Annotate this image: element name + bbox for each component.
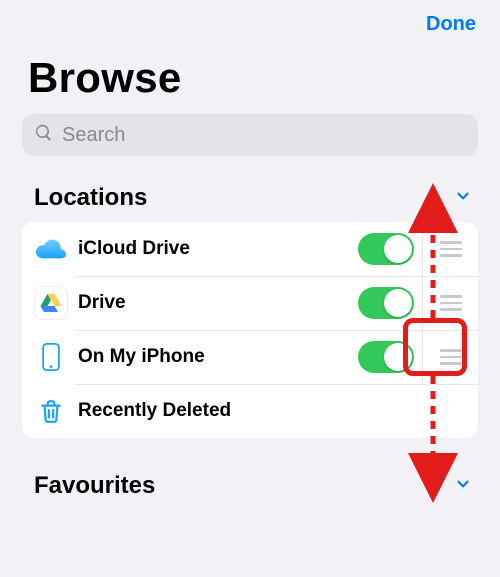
- list-item-label: Drive: [78, 292, 358, 314]
- list-item-label: On My iPhone: [78, 346, 358, 368]
- iphone-icon: [34, 340, 68, 374]
- list-item[interactable]: Recently Deleted: [22, 384, 478, 438]
- favourites-header: Favourites: [34, 472, 155, 500]
- search-icon: [34, 123, 54, 148]
- drag-handle-icon[interactable]: [440, 241, 462, 257]
- list-item[interactable]: Drive: [22, 276, 478, 330]
- toggle-switch[interactable]: [358, 233, 414, 265]
- cloud-icon: [34, 232, 68, 266]
- drag-handle-icon[interactable]: [440, 295, 462, 311]
- search-placeholder: Search: [62, 124, 125, 147]
- list-item[interactable]: On My iPhone: [22, 330, 478, 384]
- locations-header: Locations: [34, 184, 147, 212]
- page-title: Browse: [0, 48, 500, 114]
- locations-list: iCloud Drive Drive On My iPhone Recently…: [22, 222, 478, 438]
- list-item[interactable]: iCloud Drive: [22, 222, 478, 276]
- google-drive-icon: [34, 286, 68, 320]
- chevron-down-icon[interactable]: [454, 187, 472, 210]
- toggle-switch[interactable]: [358, 287, 414, 319]
- chevron-down-icon[interactable]: [454, 475, 472, 498]
- search-input[interactable]: Search: [22, 114, 478, 156]
- trash-icon: [34, 394, 68, 428]
- toggle-switch[interactable]: [358, 341, 414, 373]
- list-item-label: iCloud Drive: [78, 238, 358, 260]
- list-item-label: Recently Deleted: [78, 400, 478, 422]
- drag-handle-icon[interactable]: [440, 349, 462, 365]
- done-button[interactable]: Done: [426, 13, 476, 36]
